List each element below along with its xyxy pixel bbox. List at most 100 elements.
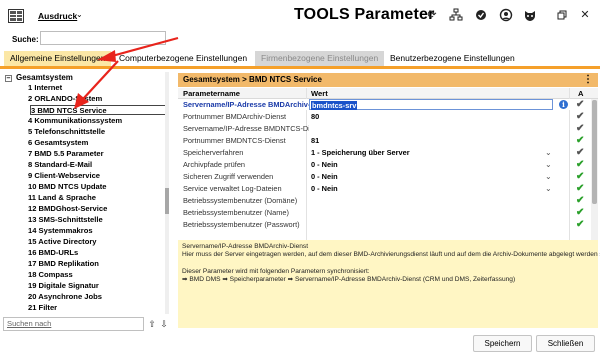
tree-item[interactable]: 20 Asynchrone Jobs xyxy=(28,292,168,302)
tree-item[interactable]: 17 BMD Replikation xyxy=(28,259,168,269)
tree-root-label: Gesamtsystem xyxy=(16,73,73,82)
param-row[interactable]: Sicheren Zugriff verwenden 0 - Nein ⌄ ✔ xyxy=(178,171,590,182)
param-name: Service verwaltet Log-Dateien xyxy=(183,184,282,193)
param-name: Archivpfade prüfen xyxy=(183,160,246,169)
check-icon: ✔ xyxy=(576,135,585,146)
tree-item[interactable]: 6 Gesamtsystem xyxy=(28,138,168,148)
tree-item[interactable]: 14 Systemmakros xyxy=(28,226,168,236)
check-icon: ✔ xyxy=(576,147,585,158)
close-button[interactable]: Schließen xyxy=(536,335,595,352)
description-line xyxy=(182,260,594,268)
tree-item[interactable]: 9 Client-Webservice xyxy=(28,171,168,181)
param-row[interactable]: Betriebssystembenutzer (Domäne) ✔ xyxy=(178,195,590,206)
param-row[interactable]: Betriebssystembenutzer (Passwort) ✔ xyxy=(178,219,590,230)
chevron-down-icon[interactable]: ⌄ xyxy=(76,10,83,19)
tab-computerbezogene-einstellungen[interactable]: Computerbezogene Einstellungen xyxy=(113,51,253,66)
chevron-down-icon[interactable]: ⌄ xyxy=(545,159,552,170)
column-header-value: Wert xyxy=(311,89,328,98)
page-title: TOOLS Parameter xyxy=(294,6,435,23)
param-name: Betriebssystembenutzer (Name) xyxy=(183,208,289,217)
tree-item[interactable]: 12 BMDGhost-Service xyxy=(28,204,168,214)
column-header-name: Parametername xyxy=(183,89,240,98)
save-button[interactable]: Speichern xyxy=(473,335,532,352)
category-tree: – Gesamtsystem 1 Internet 2 ORLANDO-Syste… xyxy=(3,72,169,314)
param-value[interactable]: 81 xyxy=(311,135,319,146)
check-icon: ✔ xyxy=(576,171,585,182)
tab-benutzerbezogene-einstellungen[interactable]: Benutzerbezogene Einstellungen xyxy=(384,51,521,66)
tree-item[interactable]: 8 Standard-E-Mail xyxy=(28,160,168,170)
param-row[interactable]: Archivpfade prüfen 0 - Nein ⌄ ✔ xyxy=(178,159,590,170)
network-icon[interactable] xyxy=(449,8,463,22)
param-value-selection: bmdntcs-srv xyxy=(311,101,358,110)
tree-item[interactable]: 16 BMD-URLs xyxy=(28,248,168,258)
chevron-down-icon[interactable]: ⌄ xyxy=(545,147,552,158)
user-shield-icon[interactable] xyxy=(499,8,513,22)
tree-scrollbar-thumb[interactable] xyxy=(165,188,169,214)
param-row[interactable]: Servername/IP-Adresse BMDNTCS-Dienst ✔ xyxy=(178,123,590,134)
more-options-icon[interactable]: ⋮ xyxy=(583,73,593,86)
column-header-row xyxy=(178,88,598,99)
param-name: Portnummer BMDArchiv-Dienst xyxy=(183,112,287,121)
top-toolbar: Ausdruck ⌄ TOOLS Parameter ⟳ ✕ xyxy=(0,0,600,30)
param-name: Betriebssystembenutzer (Domäne) xyxy=(183,196,298,205)
check-icon: ✔ xyxy=(576,219,585,230)
param-value-select[interactable]: 0 - Nein xyxy=(311,171,338,182)
tree-item[interactable]: 4 Kommunikationssystem xyxy=(28,116,168,126)
param-row[interactable]: Speicherverfahren 1 - Speicherung über S… xyxy=(178,147,590,158)
param-row[interactable]: Servername/IP-Adresse BMDArchiv-D bmdntc… xyxy=(178,99,590,110)
check-icon: ✔ xyxy=(576,111,585,122)
param-value-select[interactable]: 0 - Nein xyxy=(311,183,338,194)
panel-header: Gesamtsystem > BMD NTCS Service ⋮ xyxy=(178,73,598,87)
tree-item[interactable]: 13 SMS-Schnittstelle xyxy=(28,215,168,225)
param-name: Portnummer BMDNTCS-Dienst xyxy=(183,136,286,145)
restore-icon[interactable] xyxy=(555,8,569,22)
tab-underline xyxy=(0,66,600,69)
param-row[interactable]: Portnummer BMDNTCS-Dienst 81 ✔ xyxy=(178,135,590,146)
description-line: ➡ BMD DMS ➡ Speicherparameter ➡ Serverna… xyxy=(182,275,516,283)
tree-item[interactable]: 2 ORLANDO-System xyxy=(28,94,168,104)
param-name: Servername/IP-Adresse BMDArchiv-D xyxy=(183,100,309,109)
search-label: Suche: xyxy=(12,35,39,44)
tree-item[interactable]: 19 Digitale Signatur xyxy=(28,281,168,291)
refresh-icon[interactable]: ⟳ xyxy=(425,8,439,22)
print-menu[interactable]: Ausdruck xyxy=(38,11,77,21)
tree-item[interactable]: 11 Land & Sprache xyxy=(28,193,168,203)
chevron-down-icon[interactable]: ⌄ xyxy=(545,171,552,182)
close-icon[interactable]: ✕ xyxy=(578,8,592,22)
param-value-select[interactable]: 1 - Speicherung über Server xyxy=(311,147,410,158)
tree-item[interactable]: 21 Filter xyxy=(28,303,168,313)
search-input[interactable] xyxy=(40,31,166,45)
column-header-flag: A xyxy=(578,89,584,98)
tree-item[interactable]: 10 BMD NTCS Update xyxy=(28,182,168,192)
check-icon: ✔ xyxy=(576,195,585,206)
chevron-down-icon[interactable]: ⌄ xyxy=(545,183,552,194)
param-value-input[interactable]: bmdntcs-srv xyxy=(309,99,553,110)
collapse-icon[interactable]: – xyxy=(5,75,12,82)
param-value-select[interactable]: 0 - Nein xyxy=(311,159,338,170)
tree-item[interactable]: 1 Internet xyxy=(28,83,168,93)
info-icon[interactable]: i xyxy=(559,100,568,109)
find-input[interactable]: Suchen nach xyxy=(3,317,144,331)
description-line: Dieser Parameter wird mit folgenden Para… xyxy=(182,267,370,275)
description-line: Servername/IP-Adresse BMDArchiv-Dienst xyxy=(182,243,309,250)
param-row[interactable]: Betriebssystembenutzer (Name) ✔ xyxy=(178,207,590,218)
tree-item[interactable]: 15 Active Directory xyxy=(28,237,168,247)
app-menu-icon[interactable] xyxy=(8,9,24,23)
tree-item[interactable]: 18 Compass xyxy=(28,270,168,280)
tree-item[interactable]: 7 BMD 5.5 Parameter xyxy=(28,149,168,159)
arrow-down-icon[interactable]: ⇩ xyxy=(159,318,169,330)
param-value[interactable]: 80 xyxy=(311,111,319,122)
param-name: Betriebssystembenutzer (Passwort) xyxy=(183,220,300,229)
param-row[interactable]: Service verwaltet Log-Dateien 0 - Nein ⌄… xyxy=(178,183,590,194)
arrow-up-icon[interactable]: ⇧ xyxy=(147,318,157,330)
tree-root[interactable]: – Gesamtsystem xyxy=(5,73,73,83)
param-name: Servername/IP-Adresse BMDNTCS-Dienst xyxy=(183,124,309,133)
tab-allgemeine-einstellungen[interactable]: Allgemeine Einstellungen xyxy=(4,51,112,66)
settings-check-icon[interactable] xyxy=(474,8,488,22)
tab-firmenbezogene-einstellungen: Firmenbezogene Einstellungen xyxy=(255,51,385,66)
tree-item-selected[interactable]: 3 BMD NTCS Service xyxy=(30,105,168,115)
tree-item[interactable]: 5 Telefonschnittstelle xyxy=(28,127,168,137)
param-scrollbar-thumb[interactable] xyxy=(592,100,597,204)
mask-icon[interactable] xyxy=(523,8,537,22)
param-row[interactable]: Portnummer BMDArchiv-Dienst 80 ✔ xyxy=(178,111,590,122)
